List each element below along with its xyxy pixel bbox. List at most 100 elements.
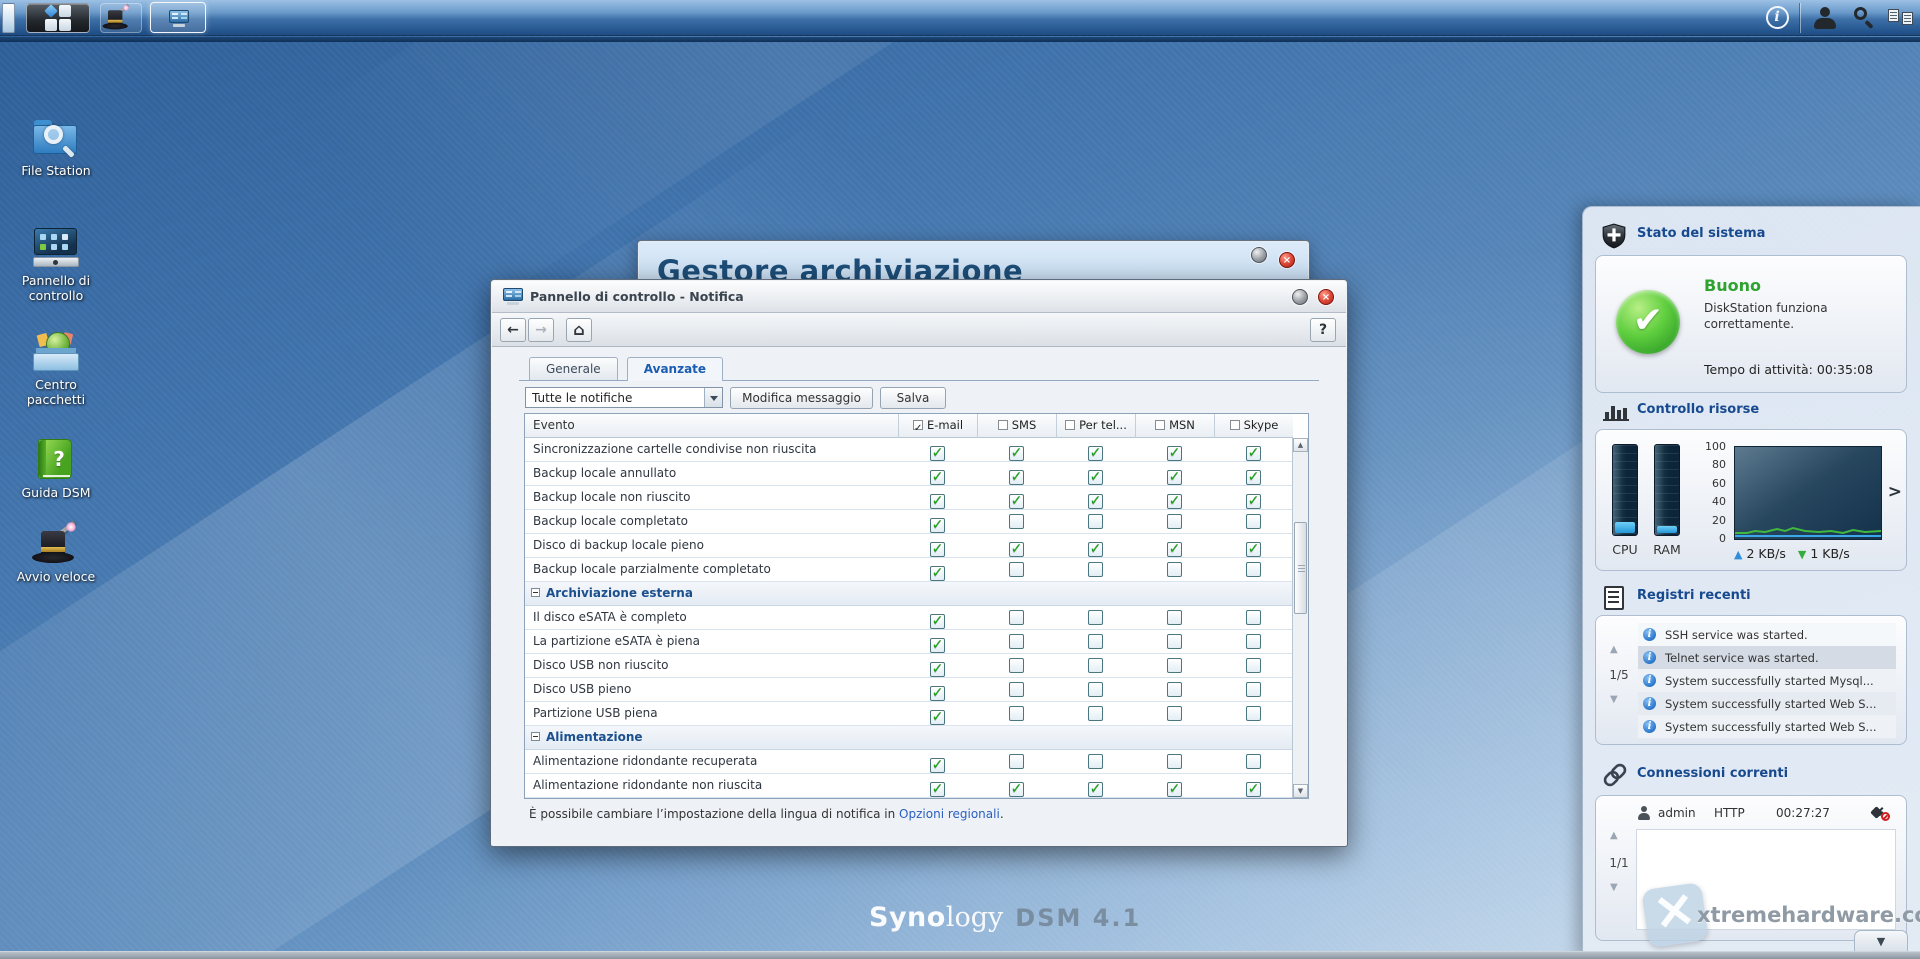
back-button[interactable] [500,318,526,342]
unchecked-checkbox-pertel[interactable] [1088,706,1103,721]
checked-checkbox-pertel[interactable] [1088,494,1103,509]
log-entry[interactable]: iSSH service was started. [1638,623,1896,646]
unchecked-checkbox-skype[interactable] [1246,682,1261,697]
checked-checkbox-skype[interactable] [1246,494,1261,509]
unchecked-checkbox-pertel[interactable] [1088,682,1103,697]
unchecked-checkbox-sms[interactable] [1009,634,1024,649]
checked-checkbox-email[interactable] [930,446,945,461]
event-row[interactable]: La partizione eSATA è piena [525,630,1293,654]
checked-checkbox-pertel[interactable] [1088,782,1103,797]
event-row[interactable]: Sincronizzazione cartelle condivise non … [525,438,1293,462]
log-entry[interactable]: iSystem successfully started Web S... [1638,715,1896,738]
checked-checkbox-email[interactable] [930,518,945,533]
column-header-email[interactable]: E-mail [898,414,977,438]
help-button[interactable] [1310,318,1336,342]
unchecked-checkbox-pertel[interactable] [1088,634,1103,649]
tab-generale[interactable]: Generale [529,357,618,380]
show-desktop-button[interactable] [2,3,15,33]
unchecked-checkbox-sms[interactable] [1009,610,1024,625]
unchecked-checkbox-msn[interactable] [1167,754,1182,769]
connection-row[interactable]: adminHTTP00:27:27 [1636,803,1896,825]
unchecked-checkbox-msn[interactable] [1167,514,1182,529]
info-button[interactable]: i [1762,5,1792,31]
checked-checkbox-sms[interactable] [1009,494,1024,509]
unchecked-checkbox-msn[interactable] [1167,682,1182,697]
unchecked-checkbox-pertel[interactable] [1088,658,1103,673]
unchecked-checkbox-skype[interactable] [1246,562,1261,577]
column-checkbox[interactable] [1230,420,1240,430]
checked-checkbox-skype[interactable] [1246,782,1261,797]
checked-checkbox-skype[interactable] [1246,446,1261,461]
checked-checkbox-msn[interactable] [1167,446,1182,461]
checked-checkbox-email[interactable] [930,662,945,677]
unchecked-checkbox-msn[interactable] [1167,562,1182,577]
column-checkbox[interactable] [998,420,1008,430]
chevron-down-icon[interactable] [704,388,722,407]
checked-checkbox-skype[interactable] [1246,470,1261,485]
unchecked-checkbox-skype[interactable] [1246,754,1261,769]
checked-checkbox-email[interactable] [930,470,945,485]
desktop-icon-package-center[interactable]: Centro pacchetti [8,332,104,407]
scroll-thumb[interactable] [1294,522,1307,614]
column-header-msn[interactable]: MSN [1135,414,1214,438]
event-row[interactable]: Alimentazione ridondante recuperata [525,750,1293,774]
checked-checkbox-msn[interactable] [1167,470,1182,485]
checked-checkbox-msn[interactable] [1167,782,1182,797]
column-checkbox[interactable] [913,420,923,430]
edit-message-button[interactable]: Modifica messaggio [730,387,873,409]
checked-checkbox-msn[interactable] [1167,494,1182,509]
unchecked-checkbox-pertel[interactable] [1088,562,1103,577]
event-row[interactable]: Backup locale completato [525,510,1293,534]
event-row[interactable]: Disco USB pieno [525,678,1293,702]
checked-checkbox-email[interactable] [930,686,945,701]
column-header-pertel[interactable]: Per tel... [1056,414,1135,438]
unchecked-checkbox-pertel[interactable] [1088,610,1103,625]
table-scrollbar[interactable] [1292,438,1308,798]
log-entry[interactable]: iSystem successfully started Mysql... [1638,669,1896,692]
checked-checkbox-email[interactable] [930,710,945,725]
expand-arrow-icon[interactable]: > [1888,482,1902,502]
scroll-down-arrow[interactable] [1293,784,1308,798]
event-row[interactable]: Partizione USB piena [525,702,1293,726]
unchecked-checkbox-sms[interactable] [1009,514,1024,529]
unchecked-checkbox-msn[interactable] [1167,706,1182,721]
checked-checkbox-email[interactable] [930,758,945,773]
unchecked-checkbox-skype[interactable] [1246,634,1261,649]
unchecked-checkbox-sms[interactable] [1009,658,1024,673]
checked-checkbox-pertel[interactable] [1088,470,1103,485]
close-button[interactable]: × [1279,252,1295,268]
column-header-sms[interactable]: SMS [977,414,1056,438]
close-button[interactable]: × [1318,289,1334,305]
pager-up-arrow[interactable]: ▲ [1610,644,1618,655]
desktop-icon-file-station[interactable]: File Station [8,118,104,178]
checked-checkbox-sms[interactable] [1009,542,1024,557]
checked-checkbox-email[interactable] [930,782,945,797]
event-row[interactable]: Disco USB non riuscito [525,654,1293,678]
unchecked-checkbox-skype[interactable] [1246,514,1261,529]
checked-checkbox-sms[interactable] [1009,470,1024,485]
unchecked-checkbox-msn[interactable] [1167,658,1182,673]
unchecked-checkbox-pertel[interactable] [1088,514,1103,529]
unchecked-checkbox-skype[interactable] [1246,610,1261,625]
checked-checkbox-email[interactable] [930,542,945,557]
checked-checkbox-msn[interactable] [1167,542,1182,557]
desktop-icon-control-panel[interactable]: Pannello di controllo [8,228,104,303]
event-row[interactable]: Backup locale non riuscito [525,486,1293,510]
pilot-view-button[interactable] [1886,5,1916,31]
column-header-skype[interactable]: Skype [1214,414,1293,438]
minimize-button[interactable] [1251,247,1267,263]
checked-checkbox-pertel[interactable] [1088,446,1103,461]
quick-start-taskbar-button[interactable] [100,3,142,33]
checked-checkbox-sms[interactable] [1009,782,1024,797]
checked-checkbox-email[interactable] [930,494,945,509]
event-row[interactable]: Alimentazione ridondante non riuscita [525,774,1293,798]
checked-checkbox-pertel[interactable] [1088,542,1103,557]
collapse-icon[interactable] [531,732,540,741]
disconnect-icon[interactable] [1870,806,1890,821]
checked-checkbox-email[interactable] [930,638,945,653]
checked-checkbox-skype[interactable] [1246,542,1261,557]
log-entry[interactable]: iSystem successfully started Web S... [1638,692,1896,715]
pager-up-arrow[interactable]: ▲ [1610,830,1618,841]
event-row[interactable]: Backup locale parzialmente completato [525,558,1293,582]
event-row[interactable]: Il disco eSATA è completo [525,606,1293,630]
